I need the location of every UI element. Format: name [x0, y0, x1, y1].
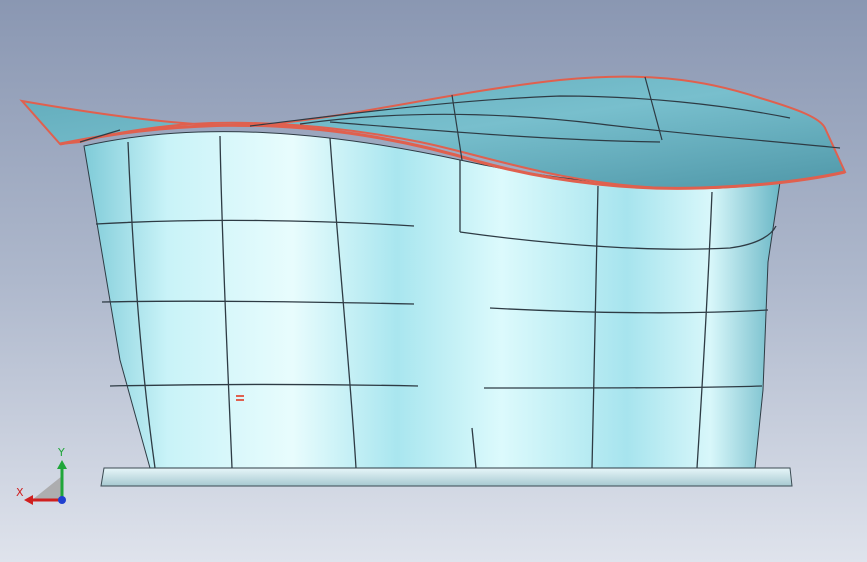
z-axis-origin-icon — [58, 496, 66, 504]
x-axis-arrowhead-icon — [24, 495, 33, 505]
y-axis-arrowhead-icon — [57, 460, 67, 469]
coordinate-triad: X Y — [16, 446, 67, 505]
triad-z-plane-icon — [32, 476, 62, 500]
y-axis-label: Y — [57, 446, 65, 459]
x-axis-label: X — [16, 486, 24, 499]
graphics-viewport[interactable]: X Y — [0, 0, 867, 562]
